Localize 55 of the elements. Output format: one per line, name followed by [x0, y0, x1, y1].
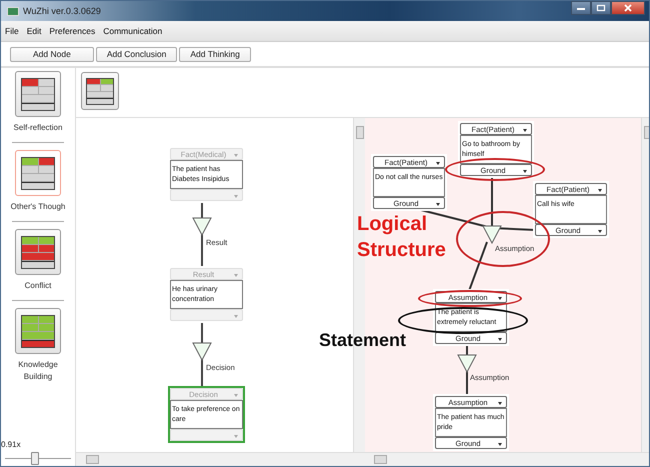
- menu-item[interactable]: Edit: [26, 26, 42, 36]
- caret-icon: [234, 394, 238, 397]
- menu-item[interactable]: Preferences: [49, 26, 96, 36]
- triangle-node[interactable]: [192, 218, 212, 236]
- caret-icon: [498, 402, 502, 405]
- palette-button[interactable]: [81, 72, 119, 110]
- caret-icon: [234, 195, 238, 198]
- grid-icon: [86, 78, 114, 104]
- caret-icon: [436, 162, 440, 165]
- caret-icon: [598, 189, 602, 192]
- grid-icon: [21, 156, 55, 190]
- zoom-slider[interactable]: [5, 452, 71, 464]
- maximize-button[interactable]: [591, 1, 611, 15]
- caret-icon: [598, 230, 602, 233]
- connector-line: [468, 242, 488, 292]
- caret-icon: [234, 154, 238, 157]
- menu-item[interactable]: Communication: [103, 26, 162, 36]
- app-icon: [7, 6, 19, 16]
- triangle-node[interactable]: [192, 342, 212, 362]
- window-title: WuZhi ver.0.3.0629: [23, 6, 101, 16]
- zoom-reading: 0.91x: [1, 440, 21, 449]
- triangle-node[interactable]: [482, 226, 502, 244]
- grid-icon: [21, 236, 55, 268]
- palette-button[interactable]: [15, 308, 61, 354]
- caret-icon: [234, 274, 238, 277]
- palette-button[interactable]: [15, 229, 61, 275]
- annotation-label: Statement: [319, 329, 408, 352]
- maximize-icon: [596, 4, 606, 12]
- grid-icon: [21, 314, 55, 348]
- minimize-button[interactable]: [571, 1, 591, 15]
- palette-button[interactable]: [15, 150, 61, 196]
- caret-icon: [523, 129, 527, 132]
- toolbar-button[interactable]: Add Thinking: [179, 46, 251, 62]
- caret-icon: [234, 435, 238, 438]
- palette-label: Self-reflection: [12, 122, 64, 134]
- close-button[interactable]: [611, 1, 645, 15]
- caret-icon: [498, 297, 502, 300]
- caret-icon: [498, 338, 502, 341]
- caret-icon: [234, 315, 238, 318]
- slider-thumb[interactable]: [31, 452, 40, 465]
- close-icon: [623, 4, 633, 12]
- palette-label: Other's Though: [10, 201, 66, 213]
- palette-label: Conflict: [24, 280, 52, 292]
- toolbar-button[interactable]: Add Conclusion: [96, 46, 178, 62]
- triangle-node[interactable]: [457, 354, 477, 374]
- caret-icon: [436, 203, 440, 206]
- grid-icon: [21, 78, 55, 110]
- palette-button[interactable]: [15, 71, 61, 117]
- palette-label: Knowledge Building: [17, 359, 59, 383]
- minimize-icon: [576, 5, 586, 11]
- caret-icon: [523, 170, 527, 173]
- toolbar-button[interactable]: Add Node: [10, 46, 94, 62]
- menu-item[interactable]: File: [5, 26, 19, 36]
- caret-icon: [498, 443, 502, 446]
- annotation-label: Logical Structure: [357, 212, 447, 263]
